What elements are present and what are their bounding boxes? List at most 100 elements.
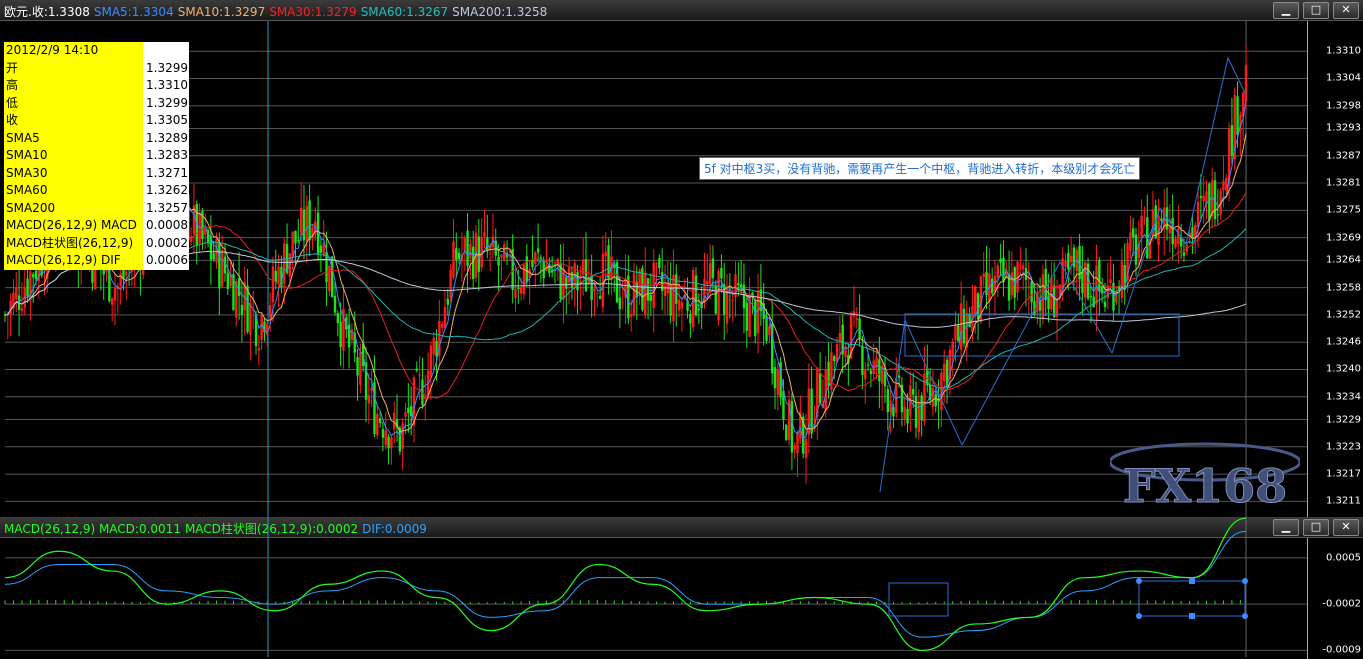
candle-body xyxy=(1002,257,1005,283)
candle-body xyxy=(923,373,926,422)
candle-body xyxy=(796,432,799,454)
candle-body xyxy=(110,298,114,305)
candle-body xyxy=(959,303,963,350)
candle-body xyxy=(328,265,331,292)
candle-body xyxy=(985,272,988,296)
candle-body xyxy=(694,275,698,316)
info-value: 0.0008 xyxy=(146,218,188,232)
candle-body xyxy=(1098,260,1101,291)
candle-body xyxy=(593,288,596,292)
candle-body xyxy=(737,283,740,286)
info-value: 1.3283 xyxy=(146,148,188,162)
candle-body xyxy=(858,318,861,339)
candle-body xyxy=(125,271,128,276)
info-label: SMA200 xyxy=(4,199,143,217)
candle-body xyxy=(1019,264,1022,266)
candle-body xyxy=(951,341,954,357)
data-window: 2012/2/9 14:10 开 1.3299 高 1.3310 低 1.3299 收 1.3… xyxy=(4,42,189,270)
candle-body xyxy=(866,364,870,366)
candle-body xyxy=(618,297,622,310)
candle-body xyxy=(319,245,323,253)
candle-body xyxy=(1182,252,1186,256)
selection-handle xyxy=(1189,578,1195,584)
candle-body xyxy=(818,373,822,404)
info-label: MACD(26,12,9) MACD xyxy=(4,217,143,235)
candle-body xyxy=(768,325,771,336)
candle-body xyxy=(785,424,788,441)
candle-body xyxy=(793,445,796,450)
candle-body xyxy=(833,356,836,362)
candle-body xyxy=(1103,301,1107,307)
candle-body xyxy=(976,293,980,320)
candle-body xyxy=(390,437,393,449)
candle-body xyxy=(350,329,354,341)
macd-selection-box xyxy=(1138,580,1246,617)
candle-body xyxy=(1064,260,1067,267)
chart-canvas[interactable] xyxy=(0,0,1363,659)
candle-body xyxy=(302,209,306,241)
candle-body xyxy=(514,288,517,299)
candle-body xyxy=(370,387,373,391)
candle-body xyxy=(677,299,681,311)
candle-body xyxy=(297,239,300,241)
candle-body xyxy=(409,406,413,417)
info-label: 低 xyxy=(4,94,143,112)
candle-body xyxy=(32,274,35,278)
candle-body xyxy=(339,321,342,347)
candle-body xyxy=(776,369,780,395)
candle-body xyxy=(519,287,523,294)
candle-body xyxy=(649,295,653,301)
candle-body xyxy=(424,397,427,399)
candle-body xyxy=(277,266,280,284)
info-value: 1.3305 xyxy=(146,113,188,127)
candle-body xyxy=(790,401,794,453)
candle-body xyxy=(483,231,486,237)
candle-body xyxy=(604,251,607,257)
candle-body xyxy=(455,248,458,261)
candle-body xyxy=(1171,218,1174,245)
candle-body xyxy=(1196,202,1200,227)
candle-body xyxy=(697,308,701,311)
candle-body xyxy=(957,325,960,342)
candle-body xyxy=(274,270,277,283)
candle-body xyxy=(291,231,294,257)
candle-body xyxy=(903,406,906,419)
watermark-text: FX168 xyxy=(1123,459,1287,513)
candle-body xyxy=(567,267,571,283)
candle-body xyxy=(432,337,435,355)
candle-body xyxy=(810,388,813,434)
info-label: SMA60 xyxy=(4,182,143,200)
candle-body xyxy=(878,359,881,382)
candle-body xyxy=(435,340,438,357)
candle-body xyxy=(359,352,362,385)
annotation-note[interactable]: 5f 对中枢3买，没有背驰，需要再产生一个中枢，背驰进入转折，本级别才会死亡 xyxy=(699,157,1141,180)
candle-body xyxy=(584,259,588,292)
candle-body xyxy=(598,295,602,299)
info-label: SMA10 xyxy=(4,147,143,165)
macd-compare-box xyxy=(888,582,949,617)
candle-body xyxy=(1010,272,1014,296)
candle-body xyxy=(283,243,286,284)
candle-body xyxy=(711,258,715,279)
candle-body xyxy=(745,302,748,331)
candle-body xyxy=(635,281,638,298)
candle-body xyxy=(706,280,709,285)
candle-body xyxy=(220,250,224,287)
candle-body xyxy=(376,413,379,436)
info-value: 1.3257 xyxy=(146,200,188,215)
candle-body xyxy=(920,395,923,421)
candle-body xyxy=(1095,265,1098,305)
candle-body xyxy=(367,395,371,404)
candle-body xyxy=(864,368,867,380)
candle-body xyxy=(384,430,387,445)
candle-body xyxy=(861,346,864,375)
candle-body xyxy=(449,269,452,298)
candle-body xyxy=(629,314,633,317)
candle-body xyxy=(601,253,605,308)
candle-body xyxy=(993,275,997,292)
candle-body xyxy=(565,277,568,289)
candle-body xyxy=(804,439,808,458)
candle-body xyxy=(1174,238,1177,248)
candle-body xyxy=(308,200,311,241)
candle-body xyxy=(1027,286,1031,288)
